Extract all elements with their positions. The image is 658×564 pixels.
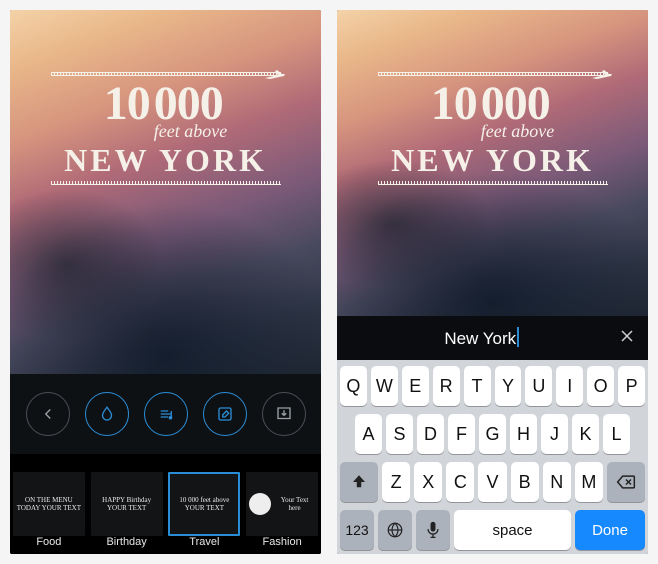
template-thumb: ON THE MENU TODAY YOUR TEXT — [13, 472, 85, 536]
effects-button[interactable] — [85, 392, 129, 436]
key-d[interactable]: D — [417, 414, 444, 454]
overlay-subline: feet above — [481, 122, 554, 140]
keyboard-row-bottom: 123 space Done — [340, 510, 645, 550]
overlay-city: NEW YORK — [36, 142, 296, 179]
plane-icon — [264, 68, 286, 87]
key-y[interactable]: Y — [495, 366, 522, 406]
edit-toolbar — [10, 374, 321, 454]
keyboard-row-1: Q W E R T Y U I O P — [340, 366, 645, 406]
key-p[interactable]: P — [618, 366, 645, 406]
key-l[interactable]: L — [603, 414, 630, 454]
ornament-bottom — [378, 181, 608, 185]
key-z[interactable]: Z — [382, 462, 410, 502]
key-u[interactable]: U — [525, 366, 552, 406]
key-k[interactable]: K — [572, 414, 599, 454]
template-label: Birthday — [106, 536, 146, 548]
text-input[interactable]: New York — [347, 327, 616, 349]
template-food[interactable]: ON THE MENU TODAY YOUR TEXT Food — [10, 454, 88, 554]
key-o[interactable]: O — [587, 366, 614, 406]
key-q[interactable]: Q — [340, 366, 367, 406]
text-entry-screen: 10 000 feet above NEW YORK New York Q W … — [337, 10, 648, 554]
key-globe[interactable] — [378, 510, 412, 550]
text-overlay: 10 000 feet above NEW YORK — [363, 66, 623, 189]
overlay-city: NEW YORK — [363, 142, 623, 179]
key-h[interactable]: H — [510, 414, 537, 454]
key-t[interactable]: T — [464, 366, 491, 406]
overlay-subline: feet above — [154, 122, 227, 140]
key-g[interactable]: G — [479, 414, 506, 454]
overlay-number-a: 10 — [104, 80, 150, 128]
keyboard-row-2: A S D F G H J K L — [340, 414, 645, 454]
key-c[interactable]: C — [446, 462, 474, 502]
template-thumb: HAPPY Birthday YOUR TEXT — [91, 472, 163, 536]
key-n[interactable]: N — [543, 462, 571, 502]
template-thumb: 10 000 feet above YOUR TEXT — [168, 472, 240, 536]
key-i[interactable]: I — [556, 366, 583, 406]
template-travel[interactable]: 10 000 feet above YOUR TEXT Travel — [166, 454, 244, 554]
key-a[interactable]: A — [355, 414, 382, 454]
overlay-number-a: 10 — [431, 80, 477, 128]
key-done[interactable]: Done — [575, 510, 645, 550]
text-input-bar: New York — [337, 316, 648, 360]
key-r[interactable]: R — [433, 366, 460, 406]
key-mic[interactable] — [416, 510, 450, 550]
key-x[interactable]: X — [414, 462, 442, 502]
template-label: Travel — [189, 536, 219, 548]
template-label: Fashion — [263, 536, 302, 548]
key-backspace[interactable] — [607, 462, 645, 502]
key-shift[interactable] — [340, 462, 378, 502]
photo-preview: 10 000 feet above NEW YORK — [337, 10, 648, 316]
key-space[interactable]: space — [454, 510, 571, 550]
text-overlay[interactable]: 10 000 feet above NEW YORK — [36, 66, 296, 189]
key-w[interactable]: W — [371, 366, 398, 406]
template-birthday[interactable]: HAPPY Birthday YOUR TEXT Birthday — [88, 454, 166, 554]
key-b[interactable]: B — [511, 462, 539, 502]
template-label: Food — [36, 536, 61, 548]
keyboard-row-3: Z X C V B N M — [340, 462, 645, 502]
keyboard: Q W E R T Y U I O P A S D F G H J K L Z — [337, 360, 648, 554]
back-button[interactable] — [26, 392, 70, 436]
music-button[interactable] — [144, 392, 188, 436]
key-f[interactable]: F — [448, 414, 475, 454]
plane-icon — [591, 68, 613, 87]
key-j[interactable]: J — [541, 414, 568, 454]
editor-screen: 10 000 feet above NEW YORK — [10, 10, 321, 554]
edit-button[interactable] — [203, 392, 247, 436]
ornament-top — [51, 72, 281, 76]
photo-preview[interactable]: 10 000 feet above NEW YORK — [10, 10, 321, 374]
clear-button[interactable] — [616, 327, 638, 350]
key-s[interactable]: S — [386, 414, 413, 454]
key-e[interactable]: E — [402, 366, 429, 406]
key-m[interactable]: M — [575, 462, 603, 502]
template-strip[interactable]: ON THE MENU TODAY YOUR TEXT Food HAPPY B… — [10, 454, 321, 554]
template-thumb: Your Text here — [246, 472, 318, 536]
ornament-bottom — [51, 181, 281, 185]
key-v[interactable]: V — [478, 462, 506, 502]
key-numbers[interactable]: 123 — [340, 510, 374, 550]
save-button[interactable] — [262, 392, 306, 436]
template-fashion[interactable]: Your Text here Fashion — [243, 454, 321, 554]
ornament-top — [378, 72, 608, 76]
